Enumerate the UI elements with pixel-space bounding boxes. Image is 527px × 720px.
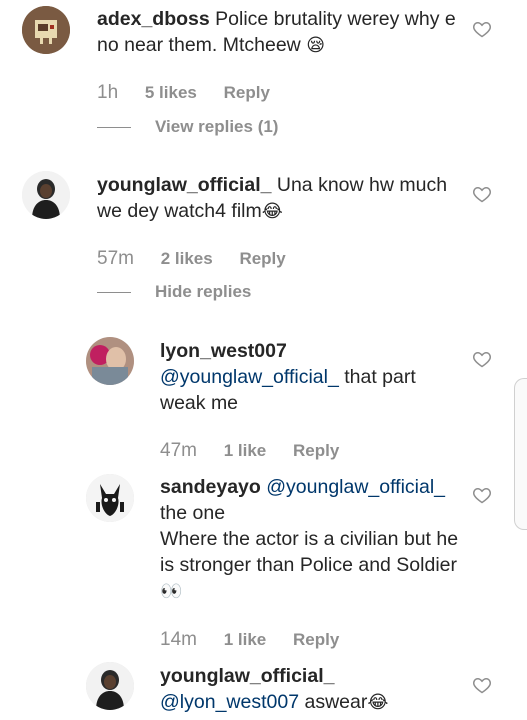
timestamp: 1h	[97, 82, 119, 103]
sleepy-face-emoji: 😪	[306, 35, 325, 55]
comment-meta: 14m 1 like Reply	[160, 629, 361, 651]
laughing-emoji: 😂	[367, 692, 389, 712]
laughing-emoji: 😂	[261, 201, 283, 221]
heart-icon[interactable]	[472, 19, 492, 39]
comment-text: sandeyayo @younglaw_official_ the one Wh…	[160, 474, 465, 604]
likes-count[interactable]: 1 like	[224, 630, 267, 650]
timestamp: 47m	[160, 440, 197, 461]
avatar-image	[22, 171, 70, 219]
likes-count[interactable]: 2 likes	[161, 249, 213, 269]
likes-count[interactable]: 5 likes	[145, 83, 197, 103]
username[interactable]: younglaw_official_	[97, 174, 271, 196]
comment-text: younglaw_official_ Una know hw much we d…	[97, 172, 467, 224]
edge-panel-handle[interactable]	[514, 378, 527, 530]
heart-icon[interactable]	[472, 184, 492, 204]
comment-body-line-1: the one	[160, 502, 226, 524]
heart-icon[interactable]	[472, 485, 492, 505]
reply-button[interactable]: Reply	[293, 630, 339, 650]
comment-meta: 47m 1 like Reply	[160, 440, 361, 462]
avatar[interactable]	[86, 337, 134, 385]
avatar[interactable]	[22, 6, 70, 54]
avatar-image	[86, 662, 134, 710]
avatar[interactable]	[86, 474, 134, 522]
heart-icon[interactable]	[472, 349, 492, 369]
mention-link[interactable]: @lyon_west007	[160, 691, 299, 713]
comment-text: younglaw_official_ @lyon_west007 aswear😂	[160, 663, 465, 715]
likes-count[interactable]: 1 like	[224, 441, 267, 461]
username[interactable]: younglaw_official_	[160, 665, 334, 687]
avatar[interactable]	[22, 171, 70, 219]
reply-button[interactable]: Reply	[224, 83, 270, 103]
avatar-image	[86, 474, 134, 522]
divider-line	[97, 292, 131, 294]
username[interactable]: sandeyayo	[160, 476, 261, 498]
comment-text: lyon_west007 @younglaw_official_ that pa…	[160, 338, 460, 416]
comment-body: aswear	[304, 691, 368, 713]
reply-button[interactable]: Reply	[293, 441, 339, 461]
eyes-emoji: 👀	[160, 581, 183, 601]
mention-link[interactable]: @younglaw_official_	[160, 366, 339, 388]
reply-button[interactable]: Reply	[239, 249, 285, 269]
heart-icon[interactable]	[472, 675, 492, 695]
username[interactable]: adex_dboss	[97, 8, 210, 30]
comment-body-line-2: Where the actor is a civilian but he is …	[160, 528, 459, 576]
divider-line	[97, 127, 131, 129]
comment-meta: 57m 2 likes Reply	[97, 248, 308, 270]
avatar-image	[86, 337, 134, 385]
avatar[interactable]	[86, 662, 134, 710]
comment-meta: 1h 5 likes Reply	[97, 82, 292, 104]
comment-text: adex_dboss Police brutality werey why e …	[97, 6, 467, 58]
mention-link[interactable]: @younglaw_official_	[266, 476, 445, 498]
timestamp: 14m	[160, 629, 197, 650]
avatar-image	[22, 6, 70, 54]
timestamp: 57m	[97, 248, 134, 269]
hide-replies-button[interactable]: Hide replies	[97, 282, 251, 302]
view-replies-button[interactable]: View replies (1)	[97, 117, 278, 137]
username[interactable]: lyon_west007	[160, 340, 287, 362]
